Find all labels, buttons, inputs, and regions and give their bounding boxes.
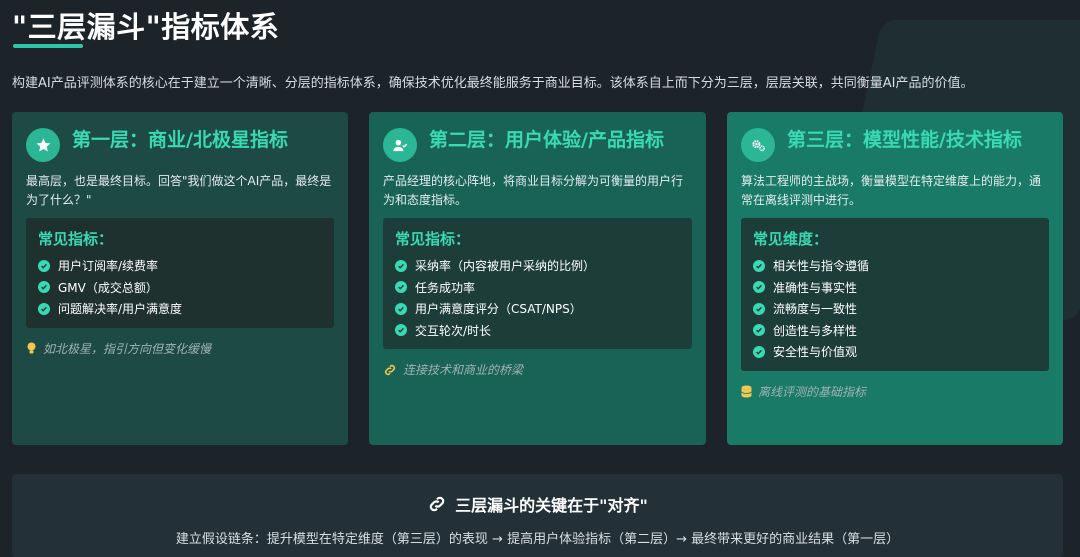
list-item: 安全性与价值观 — [753, 341, 1037, 363]
check-circle-icon — [753, 324, 765, 337]
metrics-box: 常见维度： 相关性与指令遵循 准确性与事实性 流畅度与一致性 创造性与多样性 安… — [741, 218, 1049, 371]
list-item: 任务成功率 — [395, 277, 680, 299]
list-item: 相关性与指令遵循 — [753, 255, 1037, 277]
metrics-box: 常见指标： 用户订阅率/续费率 GMV（成交总额） 问题解决率/用户满意度 — [26, 218, 334, 328]
layer-note: 连接技术和商业的桥梁 — [383, 361, 692, 378]
summary-title: 三层漏斗的关键在于"对齐" — [12, 492, 1063, 516]
gears-icon — [741, 128, 775, 162]
check-circle-icon — [395, 324, 407, 337]
layer-description: 最高层，也是最终目标。回答"我们做这个AI产品，最终是为了什么？" — [26, 174, 332, 207]
list-item-label: 准确性与事实性 — [773, 280, 858, 295]
check-circle-icon — [753, 302, 765, 315]
check-circle-icon — [753, 259, 765, 272]
summary-title-text: 三层漏斗的关键在于"对齐" — [455, 496, 648, 515]
check-circle-icon — [38, 302, 50, 315]
metrics-box-title: 常见指标： — [38, 230, 114, 248]
user-check-icon — [383, 128, 417, 162]
list-item: 准确性与事实性 — [753, 277, 1037, 299]
list-item: 流畅度与一致性 — [753, 298, 1037, 320]
lightbulb-icon — [26, 342, 37, 355]
metrics-box-title: 常见指标： — [395, 230, 471, 248]
list-item-label: GMV（成交总额） — [58, 280, 158, 295]
title-underline — [13, 44, 83, 48]
layer-card-3: 第三层：模型性能/技术指标 算法工程师的主战场，衡量模型在特定维度上的能力，通常… — [727, 112, 1063, 445]
layer-note: 离线评测的基础指标 — [741, 383, 1049, 400]
list-item-label: 相关性与指令遵循 — [773, 259, 870, 274]
check-circle-icon — [753, 345, 765, 358]
layer-note-text: 连接技术和商业的桥梁 — [403, 363, 524, 377]
link-icon — [427, 494, 447, 514]
layer-description: 算法工程师的主战场，衡量模型在特定维度上的能力，通常在离线评测中进行。 — [741, 174, 1042, 207]
check-circle-icon — [395, 302, 407, 315]
list-item-label: 任务成功率 — [415, 280, 476, 295]
layer-card-header: 第一层：商业/北极星指标 — [26, 126, 334, 162]
layer-note: 如北极星，指引方向但变化缓慢 — [26, 340, 334, 357]
list-item: GMV（成交总额） — [38, 277, 322, 299]
page-title: "三层漏斗"指标体系 — [12, 10, 280, 44]
layer-note-text: 如北极星，指引方向但变化缓慢 — [43, 341, 212, 356]
check-circle-icon — [395, 281, 407, 294]
list-item: 创造性与多样性 — [753, 320, 1037, 342]
list-item: 用户满意度评分（CSAT/NPS） — [395, 298, 680, 320]
list-item: 采纳率（内容被用户采纳的比例） — [395, 255, 680, 277]
layer-title: 第一层：商业/北极星指标 — [72, 129, 288, 151]
layer-title: 第二层：用户体验/产品指标 — [429, 129, 664, 151]
layer-card-header: 第三层：模型性能/技术指标 — [741, 126, 1049, 162]
metrics-box: 常见指标： 采纳率（内容被用户采纳的比例） 任务成功率 用户满意度评分（CSAT… — [383, 218, 692, 349]
list-item: 交互轮次/时长 — [395, 320, 680, 342]
check-circle-icon — [38, 281, 50, 294]
list-item: 问题解决率/用户满意度 — [38, 298, 322, 320]
alignment-summary: 三层漏斗的关键在于"对齐" 建立假设链条：提升模型在特定维度（第三层）的表现 →… — [12, 474, 1063, 557]
list-item-label: 创造性与多样性 — [773, 323, 858, 338]
check-circle-icon — [753, 281, 765, 294]
list-item-label: 交互轮次/时长 — [415, 323, 492, 338]
list-item-label: 流畅度与一致性 — [773, 302, 858, 317]
list-item-label: 问题解决率/用户满意度 — [58, 302, 183, 317]
layer-description: 产品经理的核心阵地，将商业目标分解为可衡量的用户行为和态度指标。 — [383, 174, 684, 207]
layer-note-text: 离线评测的基础指标 — [758, 384, 867, 399]
layer-card-header: 第二层：用户体验/产品指标 — [383, 126, 692, 162]
check-circle-icon — [38, 259, 50, 272]
metrics-box-title: 常见维度： — [753, 230, 829, 248]
check-circle-icon — [395, 259, 407, 272]
layer-card-2: 第二层：用户体验/产品指标 产品经理的核心阵地，将商业目标分解为可衡量的用户行为… — [369, 112, 706, 445]
star-icon — [26, 128, 60, 162]
list-item: 用户订阅率/续费率 — [38, 255, 322, 277]
intro-text: 构建AI产品评测体系的核心在于建立一个清晰、分层的指标体系，确保技术优化最终能服… — [12, 76, 974, 91]
link-icon — [383, 363, 397, 377]
database-icon — [741, 385, 752, 398]
list-item-label: 采纳率（内容被用户采纳的比例） — [415, 259, 596, 274]
layer-card-1: 第一层：商业/北极星指标 最高层，也是最终目标。回答"我们做这个AI产品，最终是… — [12, 112, 348, 445]
list-item-label: 用户满意度评分（CSAT/NPS） — [415, 302, 582, 317]
summary-text: 建立假设链条：提升模型在特定维度（第三层）的表现 → 提高用户体验指标（第二层）… — [175, 532, 900, 547]
list-item-label: 安全性与价值观 — [773, 345, 858, 360]
list-item-label: 用户订阅率/续费率 — [58, 259, 159, 274]
layer-title: 第三层：模型性能/技术指标 — [787, 129, 1022, 151]
